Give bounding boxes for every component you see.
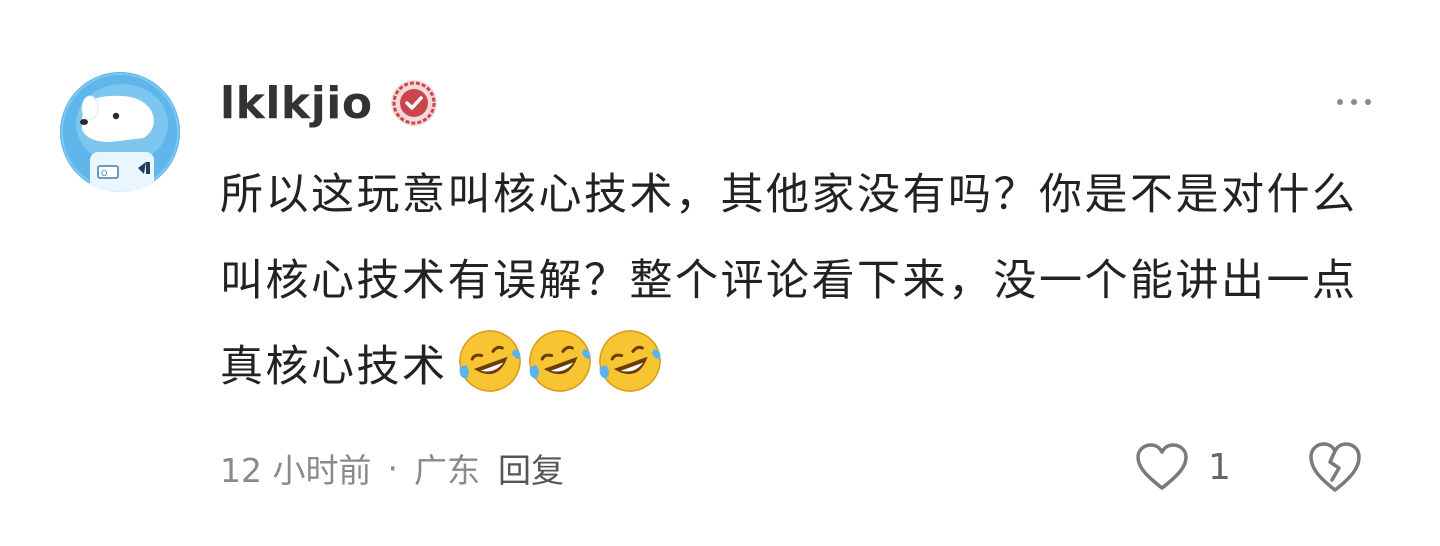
laughing-crying-emoji-icon [458,330,521,392]
laughing-crying-emoji-icon [528,330,591,392]
comment-meta: 12 小时前 · 广东 回复 [220,444,564,492]
reply-button[interactable]: 回复 [498,444,564,492]
broken-heart-icon[interactable] [1306,440,1364,494]
avatar[interactable]: O [60,72,180,192]
meta-separator: · [387,448,398,488]
username-row: lklkjio [220,70,439,136]
comment-text: 所以这玩意叫核心技术，其他家没有吗？你是不是对什么叫核心技术有误解？整个评论看下… [220,152,1400,410]
comment-location: 广东 [413,451,480,490]
like-count: 1 [1208,446,1231,488]
laughing-crying-emoji-icon [598,330,661,392]
avatar-image: O [60,72,180,192]
heart-icon [1136,443,1188,490]
verified-badge-icon [390,80,437,126]
emoji-group [456,327,666,397]
comment-body: 所以这玩意叫核心技术，其他家没有吗？你是不是对什么叫核心技术有误解？整个评论看下… [220,170,1358,392]
broken-heart-icon [1316,0,1352,6]
comment-item: O lklkjio 所以这玩意叫核心技术，其他家没有吗？你是不是对什么叫核心技术… [0,0,1440,546]
more-icon[interactable] [1334,92,1374,112]
comment-time: 12 小时前 [220,451,372,490]
heart-icon [1144,0,1180,6]
username[interactable]: lklkjio [220,78,373,129]
like-button[interactable]: 1 [1134,440,1231,494]
svg-text:O: O [101,169,107,178]
